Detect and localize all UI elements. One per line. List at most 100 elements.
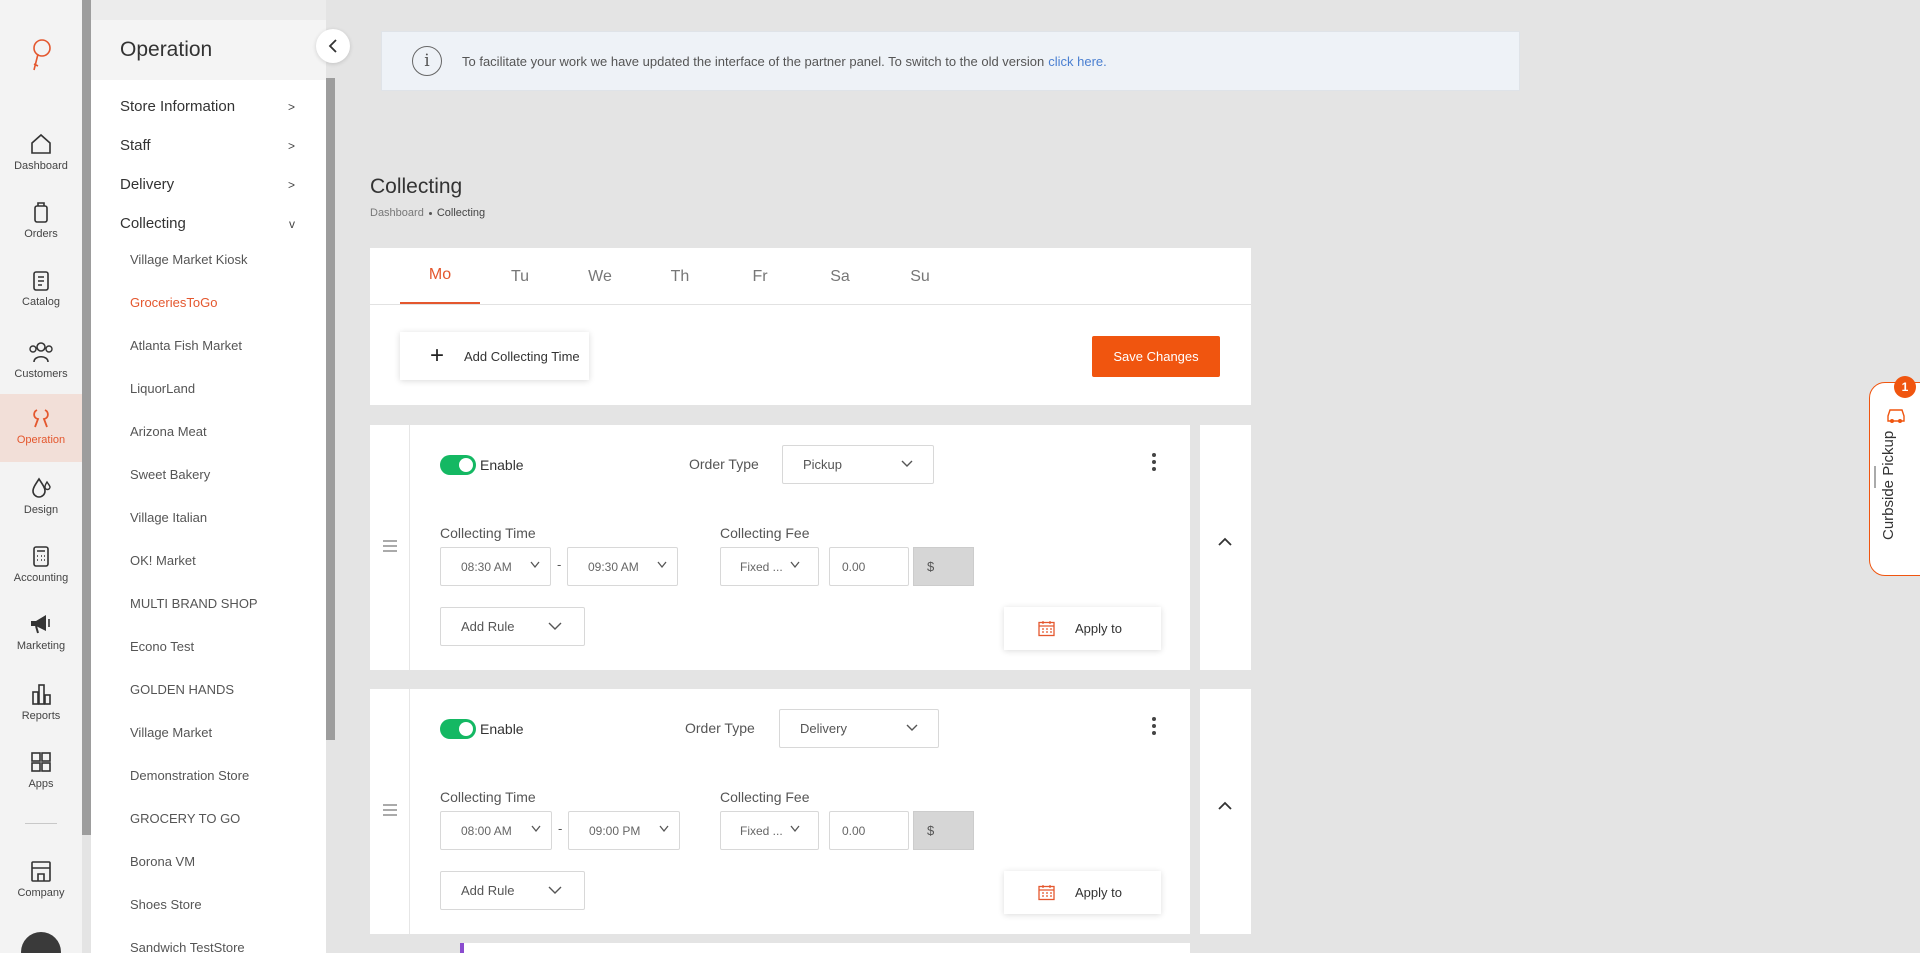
- fee-value-input[interactable]: 0.00: [829, 811, 909, 850]
- calendar-icon: [1038, 621, 1055, 637]
- store-item[interactable]: Arizona Meat: [130, 424, 207, 439]
- order-type-select[interactable]: Delivery: [779, 709, 939, 748]
- collecting-rule-card: Enable Order Type Delivery Collecting Ti…: [370, 689, 1190, 934]
- sidebar-item-collecting[interactable]: Collecting v: [120, 215, 295, 232]
- rail-item-dashboard[interactable]: Dashboard: [0, 128, 82, 196]
- bag-icon: [34, 202, 48, 223]
- save-changes-button[interactable]: Save Changes: [1092, 336, 1220, 377]
- fee-type-select[interactable]: Fixed ...: [720, 811, 819, 850]
- rail-divider: [25, 823, 57, 824]
- start-time-select[interactable]: 08:30 AM: [440, 547, 551, 586]
- drag-handle[interactable]: [370, 425, 410, 670]
- end-time-select[interactable]: 09:00 PM: [568, 811, 680, 850]
- rail-item-reports[interactable]: Reports: [0, 678, 82, 746]
- store-item[interactable]: Econo Test: [130, 639, 194, 654]
- rail-item-accounting[interactable]: Accounting: [0, 540, 82, 608]
- breadcrumb-dashboard[interactable]: Dashboard: [370, 207, 424, 219]
- tab-thursday[interactable]: Th: [640, 248, 720, 305]
- info-icon: i: [412, 46, 442, 76]
- store-item[interactable]: Atlanta Fish Market: [130, 338, 242, 353]
- operation-sidebar: Operation Store Information > Staff > De…: [91, 0, 326, 953]
- store-item[interactable]: Village Market Kiosk: [130, 252, 248, 267]
- add-collecting-time-label: Add Collecting Time: [464, 348, 580, 364]
- collapse-sidebar-button[interactable]: [316, 29, 350, 63]
- rule-collapse-button[interactable]: [1200, 425, 1251, 670]
- tab-friday[interactable]: Fr: [720, 248, 800, 305]
- rail-label: Company: [17, 887, 65, 899]
- rail-label: Dashboard: [14, 160, 68, 172]
- chevron-up-icon: [1218, 537, 1232, 546]
- rail-item-marketing[interactable]: Marketing: [0, 608, 82, 676]
- sidebar-item-delivery[interactable]: Delivery >: [120, 176, 295, 193]
- avatar[interactable]: [21, 932, 61, 953]
- add-collecting-time-button[interactable]: + Add Collecting Time: [400, 332, 589, 380]
- store-item[interactable]: Demonstration Store: [130, 768, 249, 783]
- store-item[interactable]: Sandwich TestStore: [130, 940, 245, 953]
- rail-label: Apps: [28, 778, 54, 790]
- add-rule-select[interactable]: Add Rule: [440, 871, 585, 910]
- store-item[interactable]: Borona VM: [130, 854, 195, 869]
- rail-item-catalog[interactable]: Catalog: [0, 264, 82, 332]
- add-rule-label: Add Rule: [461, 883, 515, 898]
- curbside-handle[interactable]: [1874, 466, 1876, 488]
- drag-handle-icon: [383, 540, 397, 555]
- store-item[interactable]: LiquorLand: [130, 381, 195, 396]
- apply-to-button[interactable]: Apply to: [1004, 607, 1161, 650]
- notice-message: To facilitate your work we have updated …: [462, 53, 1045, 69]
- end-time-value: 09:30 AM: [588, 559, 639, 574]
- start-time-value: 08:00 AM: [461, 823, 512, 838]
- store-item[interactable]: Village Market: [130, 725, 212, 740]
- rail-scrollbar[interactable]: [82, 0, 91, 835]
- calculator-icon: [33, 546, 49, 567]
- store-item[interactable]: GROCERY TO GO: [130, 811, 240, 826]
- apply-to-button[interactable]: Apply to: [1004, 871, 1161, 914]
- order-type-select[interactable]: Pickup: [782, 445, 934, 484]
- rail-item-operation[interactable]: Operation: [0, 394, 82, 462]
- store-item[interactable]: Shoes Store: [130, 897, 202, 912]
- rail-item-apps[interactable]: Apps: [0, 746, 82, 814]
- sidebar-scrollbar[interactable]: [326, 78, 335, 740]
- store-icon: [31, 861, 51, 882]
- store-item[interactable]: MULTI BRAND SHOP: [130, 596, 258, 611]
- fee-value-input[interactable]: 0.00: [829, 547, 909, 586]
- tab-sunday[interactable]: Su: [880, 248, 960, 305]
- end-time-value: 09:00 PM: [589, 823, 641, 838]
- store-item[interactable]: GroceriesToGo: [130, 295, 217, 310]
- drag-handle[interactable]: [370, 689, 410, 934]
- tab-wednesday[interactable]: We: [560, 248, 640, 305]
- sidebar-item-store-information[interactable]: Store Information >: [120, 98, 295, 115]
- end-time-select[interactable]: 09:30 AM: [567, 547, 678, 586]
- info-notice: i To facilitate your work we have update…: [381, 31, 1520, 91]
- enable-toggle[interactable]: [440, 455, 476, 475]
- tab-saturday[interactable]: Sa: [800, 248, 880, 305]
- order-type-value: Delivery: [800, 721, 847, 736]
- collecting-time-label: Collecting Time: [440, 525, 536, 541]
- store-item[interactable]: OK! Market: [130, 553, 196, 568]
- start-time-select[interactable]: 08:00 AM: [440, 811, 552, 850]
- store-item[interactable]: Village Italian: [130, 510, 207, 525]
- logo-icon[interactable]: [26, 36, 56, 76]
- fee-type-select[interactable]: Fixed ...: [720, 547, 819, 586]
- rail-item-company[interactable]: Company: [0, 855, 82, 923]
- tab-monday[interactable]: Mo: [400, 248, 480, 305]
- tab-tuesday[interactable]: Tu: [480, 248, 560, 305]
- old-version-link[interactable]: click here.: [1048, 54, 1107, 69]
- store-item[interactable]: GOLDEN HANDS: [130, 682, 234, 697]
- more-options-icon[interactable]: [1152, 453, 1158, 474]
- add-rule-select[interactable]: Add Rule: [440, 607, 585, 646]
- sidebar-item-staff[interactable]: Staff >: [120, 137, 295, 154]
- enable-toggle[interactable]: [440, 719, 476, 739]
- rail-item-design[interactable]: Design: [0, 472, 82, 540]
- fee-type-value: Fixed ...: [740, 559, 783, 574]
- rule-collapse-button[interactable]: [1200, 689, 1251, 934]
- chevron-down-icon: [901, 460, 913, 467]
- apply-to-label: Apply to: [1075, 885, 1122, 900]
- plus-icon: +: [430, 342, 445, 369]
- start-time-value: 08:30 AM: [461, 559, 512, 574]
- sidebar-item-label: Store Information: [120, 98, 236, 115]
- more-options-icon[interactable]: [1152, 717, 1158, 738]
- fee-value: 0.00: [842, 559, 866, 574]
- collecting-fee-label: Collecting Fee: [720, 789, 810, 805]
- rail-item-orders[interactable]: Orders: [0, 196, 82, 264]
- store-item[interactable]: Sweet Bakery: [130, 467, 210, 482]
